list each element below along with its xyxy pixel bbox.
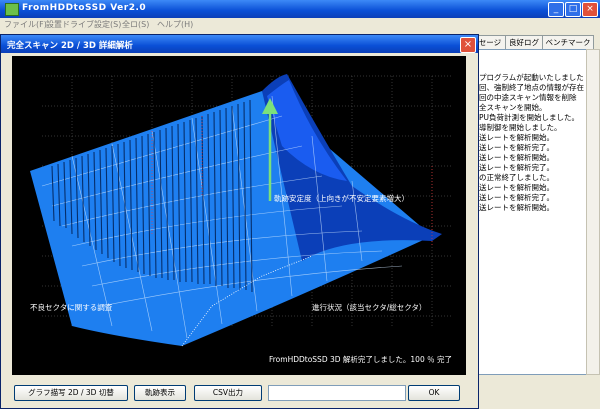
- log-tabs: セージ 良好ログ ベンチマーク: [474, 35, 600, 49]
- dialog-title-bar: 完全スキャン 2D / 3D 詳細解析 ×: [1, 35, 478, 53]
- close-button[interactable]: ×: [582, 2, 598, 17]
- main-title-bar: FromHDDtoSSD Ver2.0 _ □ ×: [0, 0, 600, 18]
- menu-bar: ファイル(F) 設置ドライブ設定(S) 全ロ(S) ヘルプ(H): [0, 18, 600, 31]
- progress-label: 進行状況（該当セクタ/総セクタ）: [312, 302, 426, 312]
- trace-button[interactable]: 軌跡表示: [134, 385, 186, 401]
- dialog-close-button[interactable]: ×: [460, 37, 476, 53]
- status-field: [268, 385, 406, 401]
- log-line: 送レートを解析開始。: [479, 203, 554, 212]
- menu-scan[interactable]: 全ロ(S): [122, 19, 149, 30]
- dialog-title: 完全スキャン 2D / 3D 詳細解析: [7, 41, 133, 51]
- menu-drive-settings[interactable]: 設置ドライブ設定(S): [46, 19, 121, 30]
- message-log: プログラムが起動いたしました 回、強制終了地点の情報が存在 回の中途スキャン情報…: [476, 49, 588, 375]
- maximize-button[interactable]: □: [565, 2, 581, 17]
- minimize-button[interactable]: _: [548, 2, 564, 17]
- menu-help[interactable]: ヘルプ(H): [157, 19, 193, 30]
- arrow-label: 軌跡安定度（上向きが不安定要素増大）: [274, 193, 409, 203]
- bad-sector-label: 不良セクタに関する調査: [30, 302, 113, 312]
- menu-file[interactable]: ファイル(F): [4, 19, 47, 30]
- log-scrollbar[interactable]: [586, 49, 600, 375]
- csv-export-button[interactable]: CSV出力: [194, 385, 262, 401]
- toggle-2d-3d-button[interactable]: グラフ描写 2D / 3D 切替: [14, 385, 128, 401]
- 3d-plot: 軌跡安定度（上向きが不安定要素増大） 不良セクタに関する調査 進行状況（該当セク…: [12, 56, 466, 375]
- analysis-status: FromHDDtoSSD 3D 解析完了しました。100 ％ 完了: [269, 354, 452, 364]
- app-icon: [5, 3, 19, 16]
- ok-button[interactable]: OK: [408, 385, 460, 401]
- tab-benchmark[interactable]: ベンチマーク: [542, 35, 594, 49]
- main-window-title: FromHDDtoSSD Ver2.0: [22, 3, 147, 13]
- tab-good-log[interactable]: 良好ログ: [505, 35, 543, 49]
